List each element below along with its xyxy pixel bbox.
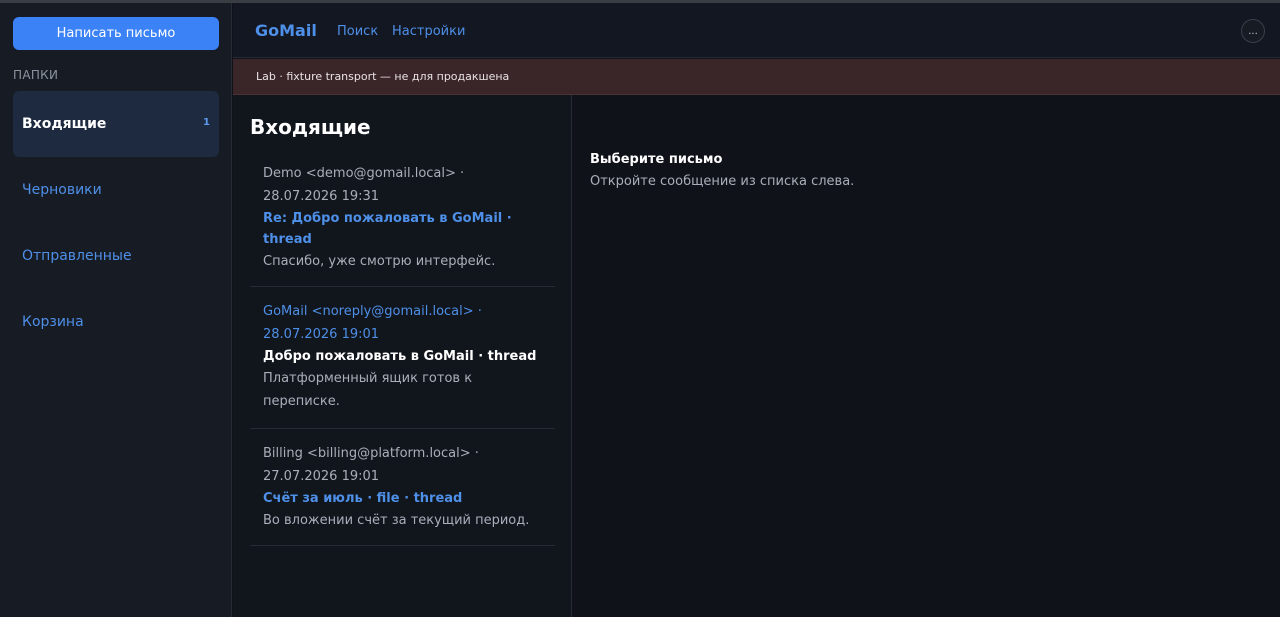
message-item[interactable]: GoMail <noreply@gomail.local> · 28.07.20…: [250, 288, 555, 429]
sidebar-item-label: Корзина: [22, 314, 84, 330]
message-list-pane: Входящие Demo <demo@gomail.local> · 28.0…: [233, 95, 572, 617]
empty-state-text: Откройте сообщение из списка слева.: [590, 174, 855, 189]
message-subject: Счёт за июль · file · thread: [263, 491, 463, 506]
sidebar-item-trash[interactable]: Корзина: [13, 289, 219, 355]
page-title: Входящие: [250, 115, 371, 139]
message-snippet: Во вложении счёт за текущий период.: [263, 513, 530, 528]
sidebar-item-sent[interactable]: Отправленные: [13, 223, 219, 289]
message-subject: Re: Добро пожаловать в GoMail ·: [263, 211, 512, 226]
compose-button[interactable]: Написать письмо: [13, 17, 219, 50]
environment-banner: Lab · fixture transport — не для продакш…: [233, 59, 1280, 95]
message-sender: GoMail <noreply@gomail.local> ·: [263, 304, 482, 319]
message-item[interactable]: Billing <billing@platform.local> · 27.07…: [250, 430, 555, 546]
message-date: 28.07.2026 19:01: [263, 327, 380, 342]
message-date: 28.07.2026 19:31: [263, 189, 380, 204]
message-sender: Demo <demo@gomail.local> ·: [263, 166, 465, 181]
banner-text: Lab · fixture transport — не для продакш…: [256, 70, 510, 83]
nav-settings-link[interactable]: Настройки: [392, 24, 465, 39]
more-menu-button[interactable]: ...: [1241, 19, 1265, 43]
message-date: 27.07.2026 19:01: [263, 469, 380, 484]
sidebar-item-label: Отправленные: [22, 248, 132, 264]
nav-search-link[interactable]: Поиск: [337, 24, 378, 39]
sidebar-item-label: Входящие: [22, 116, 107, 132]
message-sender: Billing <billing@platform.local> ·: [263, 446, 479, 461]
mail-app: Написать письмо ПАПКИ Входящие 1 Чернови…: [0, 0, 1280, 617]
message-subject: Добро пожаловать в GoMail · thread: [263, 349, 537, 364]
message-subject-cont: thread: [263, 232, 312, 247]
message-snippet: Платформенный ящик готов к: [263, 371, 473, 386]
empty-state-title: Выберите письмо: [590, 152, 723, 167]
top-header: GoMail Поиск Настройки ...: [233, 3, 1280, 58]
message-snippet-cont: переписке.: [263, 394, 340, 409]
brand-logo[interactable]: GoMail: [255, 21, 317, 40]
sidebar: Написать письмо ПАПКИ Входящие 1 Чернови…: [0, 3, 232, 617]
sidebar-item-label: Черновики: [22, 182, 102, 198]
folders-heading: ПАПКИ: [13, 68, 59, 82]
unread-count-badge: 1: [203, 117, 210, 128]
message-item[interactable]: Demo <demo@gomail.local> · 28.07.2026 19…: [250, 162, 555, 287]
sidebar-item-drafts[interactable]: Черновики: [13, 157, 219, 223]
sidebar-item-inbox[interactable]: Входящие 1: [13, 91, 219, 157]
reading-pane: Выберите письмо Откройте сообщение из сп…: [573, 95, 1280, 617]
message-snippet: Спасибо, уже смотрю интерфейс.: [263, 254, 496, 269]
